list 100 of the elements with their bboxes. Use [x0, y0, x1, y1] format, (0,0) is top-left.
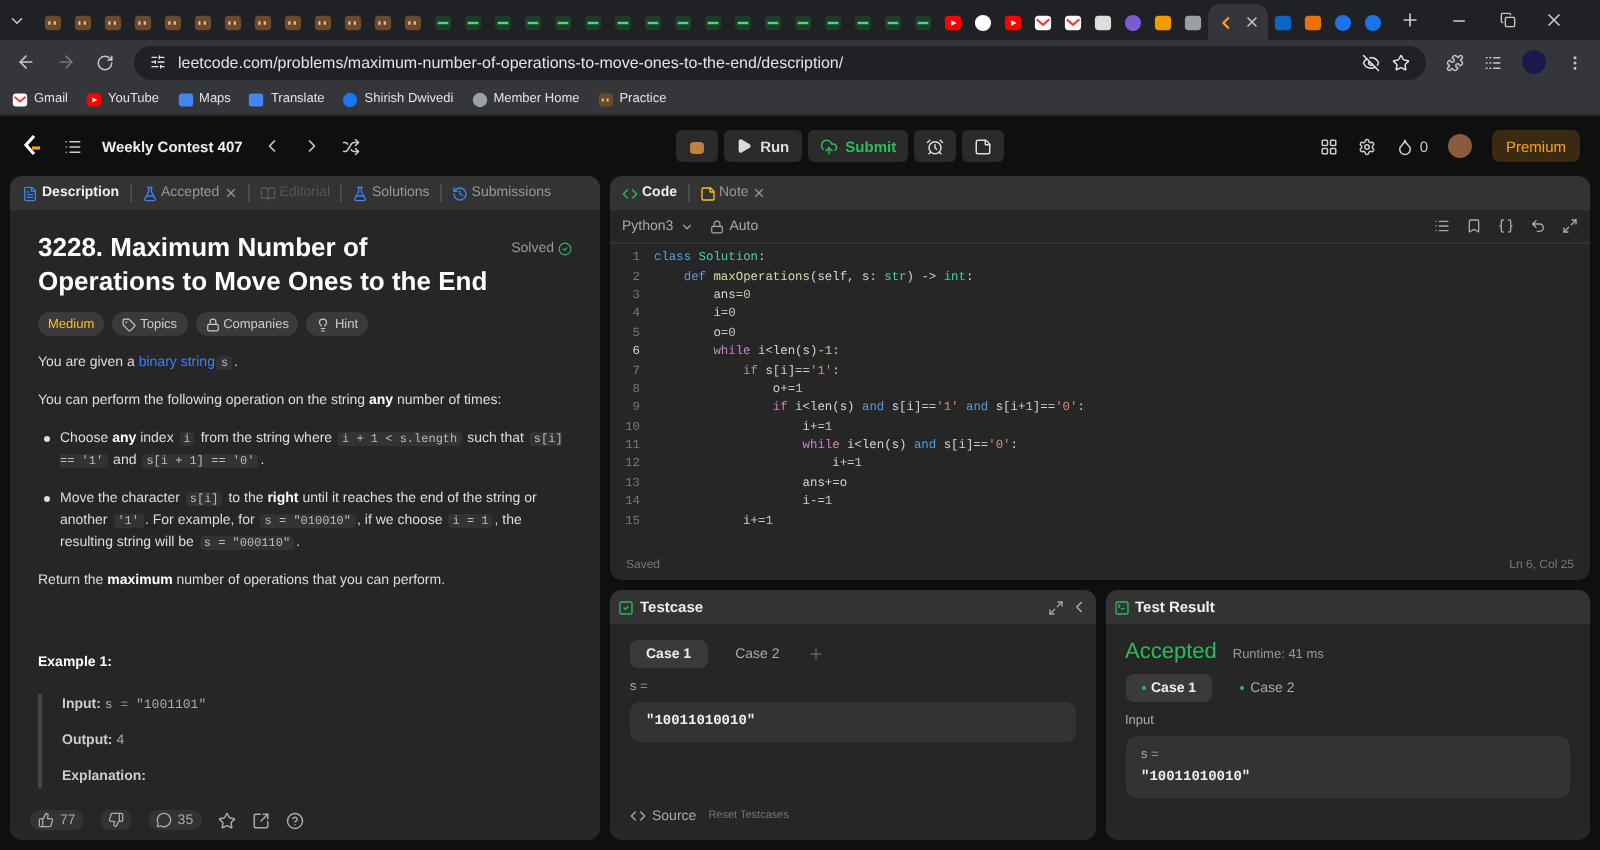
- close-icon[interactable]: [223, 186, 238, 200]
- check-square-icon: [618, 599, 634, 615]
- reload-icon[interactable]: [96, 53, 114, 71]
- favicon-icon: [554, 13, 572, 31]
- favicon-icon: [12, 91, 28, 107]
- favicon-icon: [134, 13, 152, 31]
- star-icon[interactable]: [217, 811, 236, 829]
- thumbs-up-icon: [38, 812, 54, 828]
- favicon-icon: [164, 13, 182, 31]
- expand-icon[interactable]: [1047, 599, 1063, 615]
- play-icon: [736, 138, 753, 154]
- document-icon: [22, 185, 38, 201]
- alarm-clock-icon: [926, 137, 945, 155]
- note-icon: [974, 137, 993, 155]
- back-icon[interactable]: [16, 52, 36, 72]
- favicon-icon: [254, 13, 272, 31]
- favicon-icon: [524, 13, 542, 31]
- lightbulb-icon: [316, 317, 331, 331]
- close-icon[interactable]: [1544, 10, 1564, 30]
- format-icon[interactable]: [1434, 218, 1450, 234]
- favicon-icon: [1034, 13, 1052, 31]
- favicon-icon: [342, 91, 359, 107]
- favicon-icon: [104, 13, 122, 31]
- favicon-icon: [644, 13, 662, 31]
- favicon-icon: [404, 13, 422, 31]
- favicon-icon: [614, 13, 632, 31]
- lock-icon: [205, 317, 220, 331]
- chevron-down-icon: [679, 219, 694, 233]
- favicon-icon: [794, 13, 812, 31]
- forward-icon[interactable]: [56, 52, 76, 72]
- favicon-icon: [944, 13, 962, 31]
- result-status: Accepted: [1125, 640, 1217, 664]
- favicon-icon: [597, 91, 614, 107]
- bullet-dot: [44, 436, 50, 442]
- list-icon[interactable]: [64, 137, 82, 155]
- eye-off-icon: [1362, 53, 1380, 71]
- tag-icon: [122, 317, 137, 331]
- favicon-icon: [284, 13, 302, 31]
- address-bar[interactable]: leetcode.com/problems/maximum-number-of-operations-to-move-ones-to-the-end/description/: [134, 45, 1426, 79]
- flask-icon: [141, 185, 158, 201]
- timer-button[interactable]: [914, 130, 957, 162]
- lock-icon: [709, 219, 724, 233]
- bug-icon: [688, 137, 707, 155]
- note-icon: [699, 185, 715, 201]
- code-icon: [630, 808, 646, 824]
- check-circle-icon: [558, 242, 572, 256]
- close-icon[interactable]: [752, 186, 767, 200]
- close-icon[interactable]: [1243, 14, 1259, 30]
- favicon-icon: [914, 13, 932, 31]
- expand-icon[interactable]: [1562, 218, 1578, 234]
- reset-icon[interactable]: [1530, 218, 1546, 234]
- favicon-icon: [584, 13, 602, 31]
- favicon-icon: [44, 13, 62, 31]
- favicon-icon: [344, 13, 362, 31]
- favicon-icon: [194, 13, 212, 31]
- restore-icon[interactable]: [1500, 12, 1516, 28]
- bullet-dot: [44, 496, 50, 502]
- favicon-icon: [374, 13, 392, 31]
- bookmark-icon[interactable]: [1466, 218, 1482, 234]
- droplet-icon: [1395, 137, 1414, 155]
- favicon-icon: [464, 13, 482, 31]
- favicon-icon: [177, 91, 194, 107]
- terminal-icon: [1113, 599, 1129, 615]
- avatar-icon[interactable]: [1448, 134, 1472, 158]
- favicon-icon: [674, 13, 692, 31]
- favicon-icon: [884, 13, 902, 31]
- shuffle-icon[interactable]: [342, 137, 361, 155]
- favicon-icon: [314, 13, 332, 31]
- favicon-icon: [734, 13, 752, 31]
- help-icon[interactable]: [285, 811, 304, 829]
- logo-icon[interactable]: [20, 133, 44, 159]
- favicon-icon: [248, 91, 265, 107]
- thumbs-down-icon: [107, 812, 124, 828]
- comment-icon: [155, 812, 172, 828]
- favicon-icon: [974, 13, 992, 31]
- favicon-icon: [1004, 13, 1022, 31]
- upload-icon: [819, 137, 838, 155]
- debug-button[interactable]: [676, 130, 719, 162]
- favicon-icon: [224, 13, 242, 31]
- favicon-icon: [824, 13, 842, 31]
- code-icon: [622, 185, 638, 201]
- favicon-icon: [434, 13, 452, 31]
- favicon-icon: [764, 13, 782, 31]
- history-icon: [451, 185, 468, 201]
- favicon-icon: [85, 91, 102, 107]
- braces-icon[interactable]: [1498, 218, 1514, 234]
- favicon-icon: [471, 91, 488, 107]
- site-settings-icon: [150, 54, 166, 70]
- layout-icon[interactable]: [1319, 137, 1338, 155]
- favicon-icon: [1064, 13, 1082, 31]
- settings-icon[interactable]: [1357, 137, 1376, 155]
- flask-icon: [352, 185, 368, 201]
- book-icon: [259, 185, 276, 201]
- dislike-button[interactable]: [99, 810, 132, 830]
- favicon-icon: [704, 13, 722, 31]
- favicon-icon: [854, 13, 872, 31]
- new-tab-icon[interactable]: [1400, 10, 1420, 30]
- extensions-icon[interactable]: [1446, 53, 1464, 71]
- share-icon[interactable]: [251, 811, 270, 829]
- notes-button[interactable]: [962, 130, 1005, 162]
